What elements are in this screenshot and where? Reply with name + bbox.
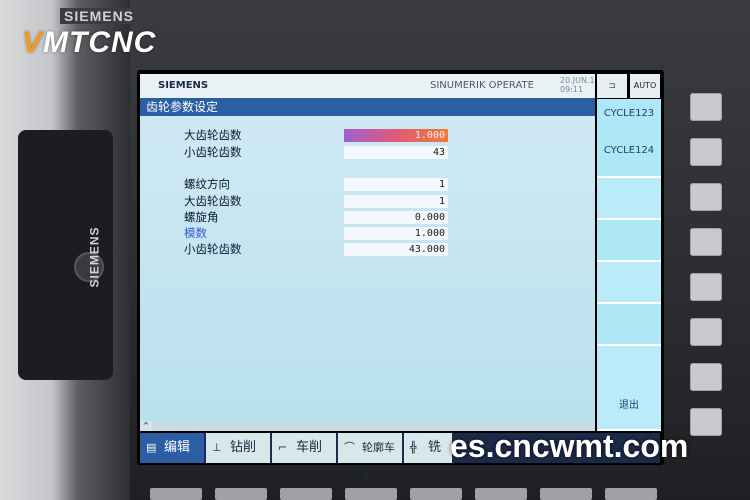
softkey-4[interactable] <box>597 178 661 220</box>
edit-icon: ▤ <box>146 441 157 454</box>
bottom-button[interactable] <box>345 488 397 500</box>
param-value-field[interactable]: 1 <box>344 195 448 208</box>
page-title: 齿轮参数设定 <box>140 98 595 116</box>
drill-icon: ⊥ <box>212 441 222 454</box>
window-toggle-icon[interactable]: ⊐ <box>597 74 627 98</box>
bottom-button[interactable] <box>540 488 592 500</box>
hkey-label: 铣 <box>428 440 442 455</box>
param-value-field[interactable]: 43.000 <box>344 243 448 256</box>
hkey-turn[interactable]: ⌐ 车削 <box>272 433 338 463</box>
param-label: 模数 <box>184 226 207 240</box>
softkey-6[interactable] <box>597 262 661 304</box>
title-bar: SIEMENS SINUMERIK OPERATE 20.JUN.1 09:11 <box>140 74 595 98</box>
param-label: 螺旋角 <box>184 210 219 224</box>
bottom-button[interactable] <box>410 488 462 500</box>
param-row: 小齿轮齿数 43.000 <box>184 243 564 256</box>
side-brand: SIEMENS <box>87 226 102 288</box>
param-row: 模数 1.000 <box>184 227 564 240</box>
side-button[interactable] <box>690 183 722 211</box>
softkey-cycle124[interactable]: CYCLE124 <box>597 136 661 178</box>
bottom-button[interactable] <box>280 488 332 500</box>
param-row: 大齿轮齿数 1.000 <box>184 129 564 142</box>
param-row: 螺纹方向 1 <box>184 178 564 191</box>
softkey-5[interactable] <box>597 220 661 262</box>
hkey-label: 钻削 <box>230 440 257 455</box>
parameter-form: 大齿轮齿数 1.000 小齿轮齿数 43 螺纹方向 1 大齿轮齿数 1 螺旋角 … <box>140 116 595 421</box>
side-button[interactable] <box>690 318 722 346</box>
contour-icon: ⌒ <box>344 441 355 454</box>
param-value-field[interactable]: 1.000 <box>344 129 448 142</box>
watermark-url: es.cncwmt.com <box>450 428 689 464</box>
param-value-field[interactable]: 0.000 <box>344 211 448 224</box>
turn-icon: ⌐ <box>278 441 288 454</box>
param-label: 大齿轮齿数 <box>184 128 242 142</box>
hkey-label: 编辑 <box>164 440 191 455</box>
softkey-exit[interactable]: 退出 <box>597 346 661 431</box>
side-button[interactable] <box>690 363 722 391</box>
param-label: 小齿轮齿数 <box>184 242 242 256</box>
param-row: 螺旋角 0.000 <box>184 211 564 224</box>
param-label: 大齿轮齿数 <box>184 194 242 208</box>
param-value-field[interactable]: 43 <box>344 146 448 159</box>
mode-auto-icon[interactable]: AUTO <box>630 74 660 98</box>
side-button[interactable] <box>690 273 722 301</box>
param-label: 小齿轮齿数 <box>184 145 242 159</box>
side-button[interactable] <box>690 138 722 166</box>
mill-icon: ╬ <box>410 441 417 454</box>
hkey-contour-turn[interactable]: ⌒ 轮廓车削 <box>338 433 404 484</box>
bottom-button[interactable] <box>150 488 202 500</box>
hmi-brand: SIEMENS <box>158 80 209 91</box>
param-value-field[interactable]: 1.000 <box>344 227 448 240</box>
bottom-button[interactable] <box>605 488 657 500</box>
bottom-button[interactable] <box>215 488 267 500</box>
bottom-button[interactable] <box>475 488 527 500</box>
hkey-label: 车削 <box>296 440 323 455</box>
watermark-logo: VMTCNC <box>22 26 157 59</box>
softkey-7[interactable] <box>597 304 661 346</box>
product-name: SINUMERIK OPERATE <box>430 80 534 91</box>
param-row: 大齿轮齿数 1 <box>184 195 564 208</box>
datetime: 20.JUN.1 09:11 <box>560 76 595 94</box>
param-label: 螺纹方向 <box>184 177 230 191</box>
top-icons: ⊐ AUTO <box>597 74 661 98</box>
side-button[interactable] <box>690 228 722 256</box>
side-button[interactable] <box>690 93 722 121</box>
hkey-edit[interactable]: ▤ 编辑 <box>140 433 206 463</box>
hkey-drill[interactable]: ⊥ 钻削 <box>206 433 272 463</box>
scroll-up-icon[interactable]: ^ <box>140 421 152 431</box>
param-row: 小齿轮齿数 43 <box>184 146 564 159</box>
softkey-cycle123[interactable]: CYCLE123 <box>597 99 661 141</box>
frame-brand: SIEMENS <box>60 8 139 24</box>
hkey-mill[interactable]: ╬ 铣 <box>404 433 454 463</box>
side-button[interactable] <box>690 408 722 436</box>
param-value-field[interactable]: 1 <box>344 178 448 191</box>
